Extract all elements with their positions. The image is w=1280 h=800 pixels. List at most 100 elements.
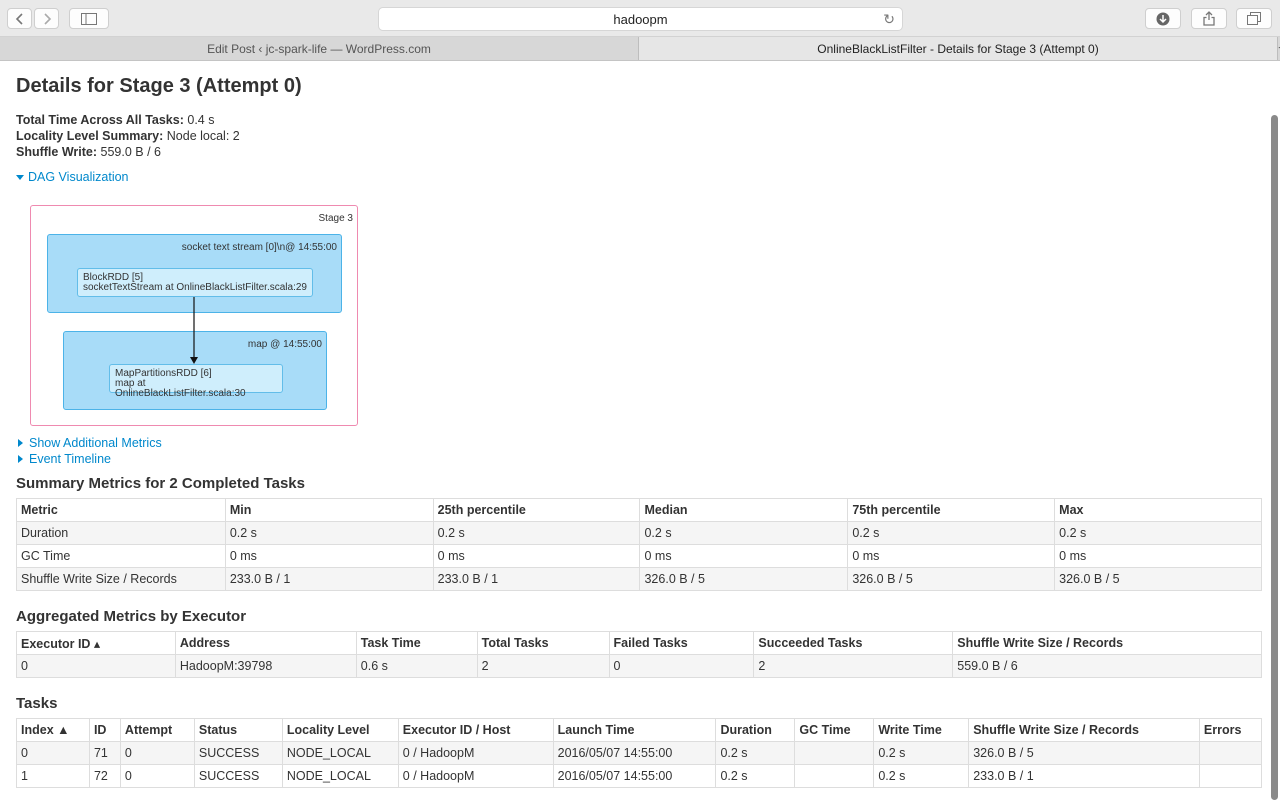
summary-total-time: Total Time Across All Tasks: 0.4 s xyxy=(16,112,1248,128)
table-cell: 0 / HadoopM xyxy=(397,741,554,765)
column-header[interactable]: Write Time xyxy=(873,718,970,742)
summary-metrics-table: Metric Min 25th percentile Median 75th p… xyxy=(16,498,1262,591)
caret-right-icon xyxy=(18,439,23,447)
table-cell: 2016/05/07 14:55:00 xyxy=(552,764,717,788)
column-header[interactable]: Max xyxy=(1054,498,1262,522)
column-header[interactable]: Launch Time xyxy=(552,718,717,742)
table-cell: 233.0 B / 1 xyxy=(432,567,641,591)
page-title: Details for Stage 3 (Attempt 0) xyxy=(16,75,302,97)
show-additional-metrics-toggle[interactable]: Show Additional Metrics xyxy=(16,435,1248,451)
share-icon xyxy=(1203,11,1215,26)
sidebar-button[interactable] xyxy=(69,8,109,29)
dag-visualization: Stage 3 socket text stream [0]\n@ 14:55:… xyxy=(16,191,361,426)
column-header[interactable]: Attempt xyxy=(119,718,195,742)
table-cell: NODE_LOCAL xyxy=(281,764,399,788)
column-header[interactable]: 25th percentile xyxy=(432,498,641,522)
dag-visualization-toggle[interactable]: DAG Visualization xyxy=(16,169,1248,185)
dag-visualization-label: DAG Visualization xyxy=(28,170,129,184)
table-cell: 233.0 B / 1 xyxy=(224,567,434,591)
column-header[interactable]: Duration xyxy=(715,718,796,742)
table-cell: 2016/05/07 14:55:00 xyxy=(552,741,717,765)
reload-icon[interactable]: ↻ xyxy=(883,11,895,28)
table-cell: 0.2 s xyxy=(873,764,970,788)
forward-button[interactable] xyxy=(34,8,59,29)
column-header[interactable]: Errors xyxy=(1198,718,1263,742)
table-cell: 0.2 s xyxy=(639,521,849,545)
table-cell: 326.0 B / 5 xyxy=(847,567,1056,591)
table-cell: GC Time xyxy=(16,544,226,568)
table-cell: 233.0 B / 1 xyxy=(968,764,1200,788)
tasks-table: Index ▲ ID Attempt Status Locality Level… xyxy=(16,718,1263,788)
tasks-heading: Tasks xyxy=(16,695,58,712)
table-cell: 0.2 s xyxy=(715,764,796,788)
vertical-scrollbar[interactable] xyxy=(1270,115,1279,800)
column-header[interactable]: Task Time xyxy=(355,631,478,655)
summary-value: 0.4 s xyxy=(187,113,215,127)
summary-label: Total Time Across All Tasks: xyxy=(16,113,184,127)
stage-summary: Total Time Across All Tasks: 0.4 s Local… xyxy=(16,112,1248,160)
column-header[interactable]: Total Tasks xyxy=(476,631,610,655)
chevron-left-icon xyxy=(15,12,23,25)
column-header[interactable]: Status xyxy=(193,718,283,742)
column-header[interactable]: Executor ID / Host xyxy=(397,718,554,742)
column-header[interactable]: Min xyxy=(224,498,434,522)
column-header[interactable]: Metric xyxy=(16,498,226,522)
aggregated-metrics-table: Executor ID ▴ Address Task Time Total Ta… xyxy=(16,631,1262,678)
column-header[interactable]: 75th percentile xyxy=(847,498,1056,522)
share-button[interactable] xyxy=(1191,8,1227,29)
table-cell: 0.2 s xyxy=(715,741,796,765)
column-header[interactable]: Succeeded Tasks xyxy=(753,631,954,655)
table-cell: 0 xyxy=(119,741,195,765)
downloads-button[interactable] xyxy=(1145,8,1181,29)
tab-stage-details[interactable]: OnlineBlackListFilter - Details for Stag… xyxy=(639,37,1278,60)
scrollbar-thumb[interactable] xyxy=(1271,115,1278,800)
table-row: 0 71 0 SUCCESS NODE_LOCAL 0 / HadoopM 20… xyxy=(16,741,1263,765)
tabs-overview-button[interactable] xyxy=(1236,8,1272,29)
table-cell: 0 / HadoopM xyxy=(397,764,554,788)
table-cell: 1 xyxy=(16,764,90,788)
back-button[interactable] xyxy=(7,8,32,29)
page-content: Details for Stage 3 (Attempt 0) Total Ti… xyxy=(0,61,1264,788)
table-cell: 0 ms xyxy=(1054,544,1262,568)
column-header[interactable]: Shuffle Write Size / Records xyxy=(968,718,1200,742)
column-header[interactable]: Locality Level xyxy=(281,718,399,742)
column-header[interactable]: Address xyxy=(174,631,357,655)
column-header[interactable]: ID xyxy=(88,718,121,742)
column-header[interactable]: Median xyxy=(639,498,849,522)
table-row: Duration 0.2 s 0.2 s 0.2 s 0.2 s 0.2 s xyxy=(16,521,1262,545)
tab-wordpress[interactable]: Edit Post ‹ jc-spark-life — WordPress.co… xyxy=(0,37,639,60)
table-cell: 0.6 s xyxy=(355,654,478,678)
column-header[interactable]: GC Time xyxy=(794,718,875,742)
chevron-right-icon xyxy=(43,12,51,25)
table-cell: 0.2 s xyxy=(847,521,1056,545)
table-cell xyxy=(794,741,875,765)
sidebar-icon xyxy=(81,12,97,25)
column-header[interactable]: Index ▲ xyxy=(16,718,90,742)
table-cell: Duration xyxy=(16,521,226,545)
table-cell xyxy=(794,764,875,788)
table-cell xyxy=(1198,764,1263,788)
table-cell: 326.0 B / 5 xyxy=(1054,567,1262,591)
table-cell: 326.0 B / 5 xyxy=(639,567,849,591)
column-header[interactable]: Shuffle Write Size / Records xyxy=(952,631,1262,655)
column-header[interactable]: Failed Tasks xyxy=(608,631,755,655)
summary-label: Locality Level Summary: xyxy=(16,129,164,143)
address-bar[interactable]: hadoopm ↻ xyxy=(378,7,903,31)
tab-bar: Edit Post ‹ jc-spark-life — WordPress.co… xyxy=(0,37,1280,61)
dag-edge-arrow xyxy=(190,297,198,364)
table-cell: 0.2 s xyxy=(1054,521,1262,545)
event-timeline-toggle[interactable]: Event Timeline xyxy=(16,451,1248,467)
table-header-row: Index ▲ ID Attempt Status Locality Level… xyxy=(16,718,1263,742)
table-cell: 0 xyxy=(608,654,755,678)
table-row: 1 72 0 SUCCESS NODE_LOCAL 0 / HadoopM 20… xyxy=(16,764,1263,788)
table-cell: Shuffle Write Size / Records xyxy=(16,567,226,591)
table-cell: 0.2 s xyxy=(432,521,641,545)
table-cell: SUCCESS xyxy=(193,764,283,788)
table-cell: 326.0 B / 5 xyxy=(968,741,1200,765)
page-viewport: Details for Stage 3 (Attempt 0) Total Ti… xyxy=(0,61,1280,800)
table-row: GC Time 0 ms 0 ms 0 ms 0 ms 0 ms xyxy=(16,544,1262,568)
column-header[interactable]: Executor ID ▴ xyxy=(16,631,176,655)
browser-toolbar: hadoopm ↻ xyxy=(0,0,1280,37)
table-cell: SUCCESS xyxy=(193,741,283,765)
table-cell: 0 xyxy=(16,741,90,765)
